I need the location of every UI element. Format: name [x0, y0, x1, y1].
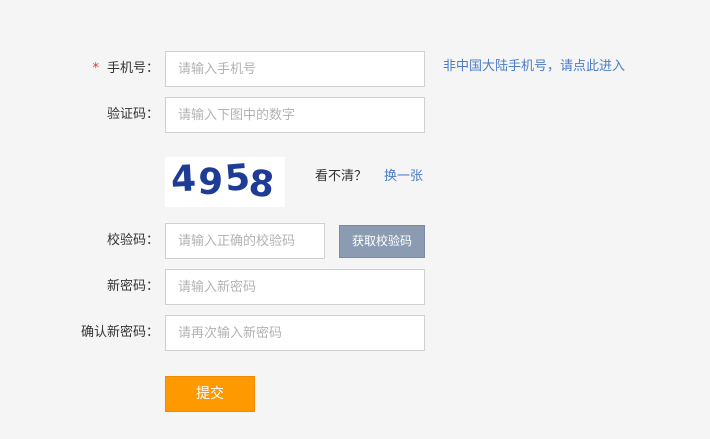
- captcha-graphic: 4 9 5 8: [170, 157, 276, 206]
- phone-label-group: * 手机号：: [92, 51, 159, 87]
- foreign-phone-link[interactable]: 非中国大陆手机号，请点此进入: [443, 49, 625, 85]
- refresh-captcha-link[interactable]: 换一张: [384, 159, 423, 195]
- get-sms-code-button[interactable]: 获取校验码: [339, 225, 425, 258]
- captcha-digit-1: 4: [170, 158, 197, 200]
- captcha-digit-4: 8: [247, 163, 276, 206]
- new-password-input[interactable]: [165, 269, 425, 305]
- captcha-hint: 看不清？: [315, 169, 368, 184]
- captcha-label: 验证码：: [106, 107, 159, 122]
- confirm-password-label: 确认新密码：: [80, 325, 159, 340]
- confirm-password-input[interactable]: [165, 315, 425, 351]
- captcha-input[interactable]: [165, 97, 425, 133]
- required-mark: *: [92, 61, 99, 76]
- sms-code-input[interactable]: [165, 223, 325, 259]
- phone-input[interactable]: [165, 51, 425, 87]
- submit-button[interactable]: 提交: [165, 376, 255, 412]
- new-password-label: 新密码：: [106, 279, 159, 294]
- phone-label: 手机号：: [106, 61, 159, 76]
- captcha-digit-2: 9: [196, 161, 224, 204]
- captcha-image[interactable]: 4 9 5 8: [165, 157, 285, 207]
- sms-code-label: 校验码：: [106, 233, 159, 248]
